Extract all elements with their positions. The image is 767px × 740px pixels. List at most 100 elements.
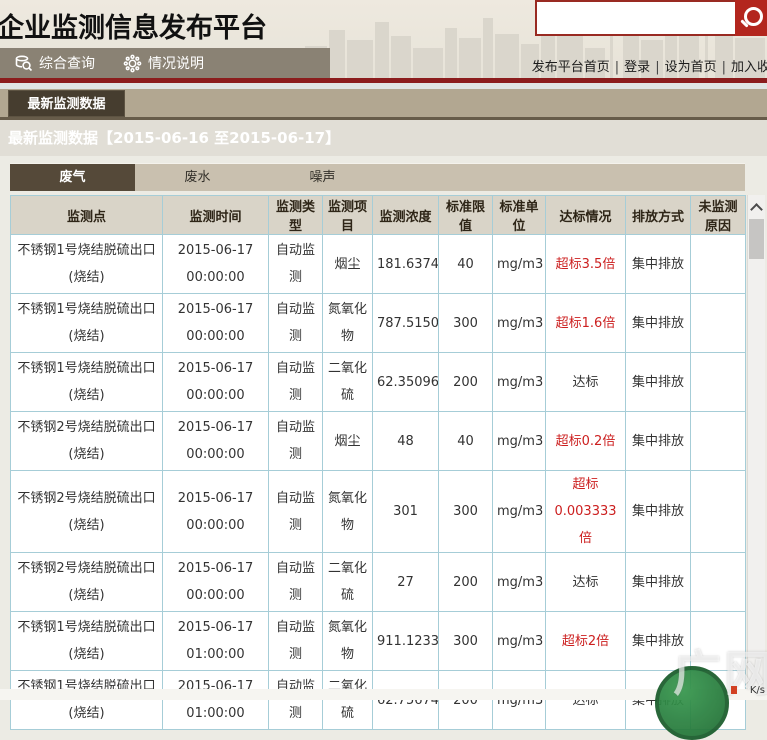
table-row: 不锈钢1号烧结脱硫出口(烧结)2015-06-1701:00:00自动监测二氧化… bbox=[11, 671, 746, 730]
cell-type: 自动监测 bbox=[269, 235, 323, 294]
tab-noise[interactable]: 噪声 bbox=[260, 164, 385, 191]
cell-date-line: 2015-06-17 bbox=[167, 485, 264, 512]
main-nav: 综合查询 情况说明 bbox=[0, 48, 330, 78]
cell-type: 自动监测 bbox=[269, 412, 323, 471]
cell-discharge: 集中排放 bbox=[626, 671, 691, 730]
cell-status: 达标 bbox=[546, 671, 626, 730]
link-separator: | bbox=[722, 60, 726, 75]
section-tab-bar: 最新监测数据 bbox=[0, 89, 767, 117]
cell-type: 自动监测 bbox=[269, 353, 323, 412]
link-separator: | bbox=[655, 60, 659, 75]
magnifier-icon bbox=[744, 7, 763, 26]
cell-reason bbox=[691, 553, 746, 612]
cell-datetime: 2015-06-1700:00:00 bbox=[163, 412, 269, 471]
cell-time-line: 00:00:00 bbox=[167, 382, 264, 409]
cell-time-line: 00:00:00 bbox=[167, 264, 264, 291]
cell-time-line: 00:00:00 bbox=[167, 582, 264, 609]
bottom-strip bbox=[0, 689, 767, 700]
search-input[interactable] bbox=[535, 0, 735, 36]
nav-item-query[interactable]: 综合查询 bbox=[14, 53, 95, 73]
cell-datetime: 2015-06-1700:00:00 bbox=[163, 294, 269, 353]
cell-item: 烟尘 bbox=[323, 412, 373, 471]
cell-point: 不锈钢1号烧结脱硫出口(烧结) bbox=[11, 294, 163, 353]
cell-point: 不锈钢1号烧结脱硫出口(烧结) bbox=[11, 235, 163, 294]
scroll-thumb[interactable] bbox=[749, 219, 764, 259]
cell-time-line: 00:00:00 bbox=[167, 323, 264, 350]
cell-status: 达标 bbox=[546, 353, 626, 412]
search-bar bbox=[535, 0, 767, 36]
tab-waste-gas[interactable]: 废气 bbox=[10, 164, 135, 191]
cell-unit: mg/m3 bbox=[493, 671, 546, 730]
table-row: 不锈钢1号烧结脱硫出口(烧结)2015-06-1700:00:00自动监测二氧化… bbox=[11, 353, 746, 412]
cell-status: 达标 bbox=[546, 553, 626, 612]
cell-point: 不锈钢1号烧结脱硫出口(烧结) bbox=[11, 671, 163, 730]
section-tab-latest-data[interactable]: 最新监测数据 bbox=[8, 90, 125, 117]
table-row: 不锈钢2号烧结脱硫出口(烧结)2015-06-1700:00:00自动监测二氧化… bbox=[11, 553, 746, 612]
database-search-icon bbox=[14, 54, 33, 73]
content-tabs: 废气废水噪声 bbox=[10, 163, 745, 191]
cell-time-line: 00:00:00 bbox=[167, 441, 264, 468]
cell-status: 超标0.2倍 bbox=[546, 412, 626, 471]
cell-discharge: 集中排放 bbox=[626, 294, 691, 353]
cell-limit: 200 bbox=[439, 353, 493, 412]
table-body: 不锈钢1号烧结脱硫出口(烧结)2015-06-1700:00:00自动监测烟尘1… bbox=[11, 235, 746, 730]
monitoring-table: 监测点监测时间监测类型监测项目监测浓度标准限值标准单位达标情况排放方式未监测原因… bbox=[10, 195, 746, 730]
cell-reason bbox=[691, 235, 746, 294]
table-header-row: 监测点监测时间监测类型监测项目监测浓度标准限值标准单位达标情况排放方式未监测原因 bbox=[11, 196, 746, 235]
cell-status: 超标2倍 bbox=[546, 612, 626, 671]
cell-reason bbox=[691, 612, 746, 671]
cell-item: 氮氧化物 bbox=[323, 294, 373, 353]
cell-limit: 40 bbox=[439, 235, 493, 294]
cell-discharge: 集中排放 bbox=[626, 235, 691, 294]
cell-unit: mg/m3 bbox=[493, 353, 546, 412]
cell-limit: 200 bbox=[439, 671, 493, 730]
header-banner: 企业监测信息发布平台 综合查询 情况说明 bbox=[0, 0, 767, 78]
cell-discharge: 集中排放 bbox=[626, 412, 691, 471]
cell-datetime: 2015-06-1700:00:00 bbox=[163, 235, 269, 294]
nav-item-explain[interactable]: 情况说明 bbox=[123, 53, 204, 73]
cell-datetime: 2015-06-1701:00:00 bbox=[163, 612, 269, 671]
nav-item-label: 综合查询 bbox=[39, 53, 95, 73]
cell-item: 二氧化硫 bbox=[323, 553, 373, 612]
cell-time-line: 00:00:00 bbox=[167, 512, 264, 539]
cell-value: 62.350966 bbox=[373, 353, 439, 412]
cell-unit: mg/m3 bbox=[493, 235, 546, 294]
top-link[interactable]: 登录 bbox=[624, 60, 650, 75]
cell-type: 自动监测 bbox=[269, 612, 323, 671]
cell-unit: mg/m3 bbox=[493, 612, 546, 671]
table-row: 不锈钢2号烧结脱硫出口(烧结)2015-06-1700:00:00自动监测烟尘4… bbox=[11, 412, 746, 471]
top-link[interactable]: 设为首页 bbox=[665, 60, 717, 75]
cell-point: 不锈钢1号烧结脱硫出口(烧结) bbox=[11, 612, 163, 671]
table-row: 不锈钢1号烧结脱硫出口(烧结)2015-06-1700:00:00自动监测烟尘1… bbox=[11, 235, 746, 294]
cell-discharge: 集中排放 bbox=[626, 353, 691, 412]
column-header: 达标情况 bbox=[546, 196, 626, 235]
search-button[interactable] bbox=[735, 0, 767, 36]
table-scrollbar[interactable] bbox=[747, 195, 765, 689]
cell-limit: 200 bbox=[439, 553, 493, 612]
column-header: 排放方式 bbox=[626, 196, 691, 235]
cell-unit: mg/m3 bbox=[493, 553, 546, 612]
top-link[interactable]: 发布平台首页 bbox=[532, 60, 610, 75]
cell-status: 超标1.6倍 bbox=[546, 294, 626, 353]
cell-limit: 300 bbox=[439, 471, 493, 553]
cell-point: 不锈钢1号烧结脱硫出口(烧结) bbox=[11, 353, 163, 412]
cell-reason bbox=[691, 671, 746, 730]
subtitle: 最新监测数据【2015-06-16 至2015-06-17】 bbox=[0, 120, 767, 156]
cell-point: 不锈钢2号烧结脱硫出口(烧结) bbox=[11, 412, 163, 471]
column-header: 监测时间 bbox=[163, 196, 269, 235]
cell-date-line: 2015-06-17 bbox=[167, 555, 264, 582]
column-header: 标准限值 bbox=[439, 196, 493, 235]
top-link[interactable]: 加入收藏 bbox=[731, 60, 767, 75]
cell-discharge: 集中排放 bbox=[626, 471, 691, 553]
cell-value: 48 bbox=[373, 412, 439, 471]
column-header: 监测点 bbox=[11, 196, 163, 235]
cell-reason bbox=[691, 412, 746, 471]
scroll-up-arrow-icon[interactable] bbox=[752, 203, 760, 211]
cell-item: 氮氧化物 bbox=[323, 471, 373, 553]
cell-type: 自动监测 bbox=[269, 294, 323, 353]
cell-reason bbox=[691, 471, 746, 553]
cell-limit: 300 bbox=[439, 612, 493, 671]
cell-datetime: 2015-06-1701:00:00 bbox=[163, 671, 269, 730]
tab-waste-water[interactable]: 废水 bbox=[135, 164, 260, 191]
cell-point: 不锈钢2号烧结脱硫出口(烧结) bbox=[11, 471, 163, 553]
